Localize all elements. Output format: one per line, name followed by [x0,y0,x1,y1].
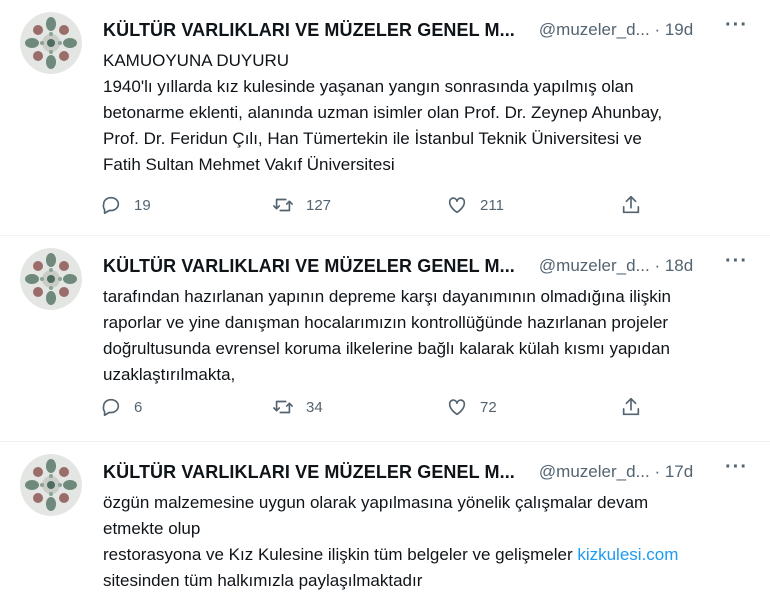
tweet-text: özgün malzemesine uygun olarak yapılması… [103,490,753,594]
tweet-actions: 19 127 211 [100,194,660,218]
tweet-header: KÜLTÜR VARLIKLARI VE MÜZELER GENEL M... … [103,456,754,484]
share-icon [622,195,640,214]
tweet-header: KÜLTÜR VARLIKLARI VE MÜZELER GENEL M... … [103,14,754,42]
tweet-line: özgün malzemesine uygun olarak yapılması… [103,493,649,512]
reply-icon [102,398,120,417]
retweet-count: 34 [306,398,323,416]
reply-count: 6 [134,398,143,416]
author-handle[interactable]: @muzeler_d... · 19d [539,20,693,40]
tweet-time[interactable]: · 19d [654,20,693,39]
tweet-text: tarafından hazırlanan yapının depreme ka… [103,284,753,388]
retweet-button[interactable]: 34 [272,396,323,418]
like-icon [448,197,466,214]
like-button[interactable]: 72 [446,396,497,418]
tweet-line: betonarme eklenti, alanında uzman isimle… [103,103,663,122]
tweet-time[interactable]: · 18d [654,256,693,275]
tweet-line: doğrultusunda evrensel koruma ilkelerine… [103,339,670,358]
reply-button[interactable]: 19 [100,194,151,216]
more-icon[interactable]: ··· [725,14,748,37]
tweet-line: Prof. Dr. Feridun Çılı, Han Tümertekin i… [103,129,642,148]
tweet-header: KÜLTÜR VARLIKLARI VE MÜZELER GENEL M... … [103,250,754,278]
tweet-line-text: restorasyona ve Kız Kulesine ilişkin tüm… [103,545,578,564]
author-name[interactable]: KÜLTÜR VARLIKLARI VE MÜZELER GENEL M... [103,462,515,483]
author-name[interactable]: KÜLTÜR VARLIKLARI VE MÜZELER GENEL M... [103,20,515,41]
tweet-line: Fatih Sultan Mehmet Vakıf Üniversitesi [103,155,395,174]
tweet-time[interactable]: · 17d [654,462,693,481]
reply-icon [102,196,120,215]
like-icon [448,399,466,416]
author-name[interactable]: KÜLTÜR VARLIKLARI VE MÜZELER GENEL M... [103,256,515,277]
tweet-line: restorasyona ve Kız Kulesine ilişkin tüm… [103,542,753,568]
like-count: 211 [480,196,504,214]
avatar[interactable] [20,454,82,516]
tweet[interactable]: KÜLTÜR VARLIKLARI VE MÜZELER GENEL M... … [0,442,770,592]
avatar-logo [20,12,82,74]
like-count: 72 [480,398,497,416]
tweet-actions: 6 34 72 [100,396,660,420]
retweet-count: 127 [306,196,332,214]
avatar[interactable] [20,12,82,74]
reply-count: 19 [134,196,151,214]
tweet[interactable]: KÜLTÜR VARLIKLARI VE MÜZELER GENEL M... … [0,0,770,236]
tweet-line: KAMUOYUNA DUYURU [103,51,290,70]
website-link[interactable]: kizkulesi.com [577,545,678,564]
tweet[interactable]: KÜLTÜR VARLIKLARI VE MÜZELER GENEL M... … [0,236,770,442]
share-button[interactable] [620,194,654,216]
handle-text: @muzeler_d... [538,462,650,481]
tweet-line: raporlar ve yine danışman hocalarımızın … [103,313,669,332]
tweet-line: tarafından hazırlanan yapının depreme ka… [103,287,671,306]
handle-text: @muzeler_d... [538,20,650,39]
retweet-button[interactable]: 127 [272,194,331,216]
share-button[interactable] [620,396,654,418]
handle-text: @muzeler_d... [538,256,650,275]
tweet-text: KAMUOYUNA DUYURU 1940'lı yıllarda kız ku… [103,48,753,178]
author-handle[interactable]: @muzeler_d... · 18d [539,256,693,276]
avatar-logo [20,248,82,310]
tweet-line: sitesinden tüm halkımızla paylaşılmaktad… [103,571,423,590]
share-icon [622,397,640,416]
like-button[interactable]: 211 [446,194,504,216]
avatar-logo [20,454,82,516]
retweet-icon [273,198,293,212]
tweet-line: uzaklaştırılmakta, [103,365,236,384]
more-icon[interactable]: ··· [725,456,748,479]
avatar[interactable] [20,248,82,310]
tweet-line: etmekte olup [103,519,201,538]
author-handle[interactable]: @muzeler_d... · 17d [539,462,693,482]
reply-button[interactable]: 6 [100,396,142,418]
more-icon[interactable]: ··· [725,250,748,273]
tweet-line: 1940'lı yıllarda kız kulesinde yaşanan y… [103,77,634,96]
retweet-icon [273,400,293,414]
